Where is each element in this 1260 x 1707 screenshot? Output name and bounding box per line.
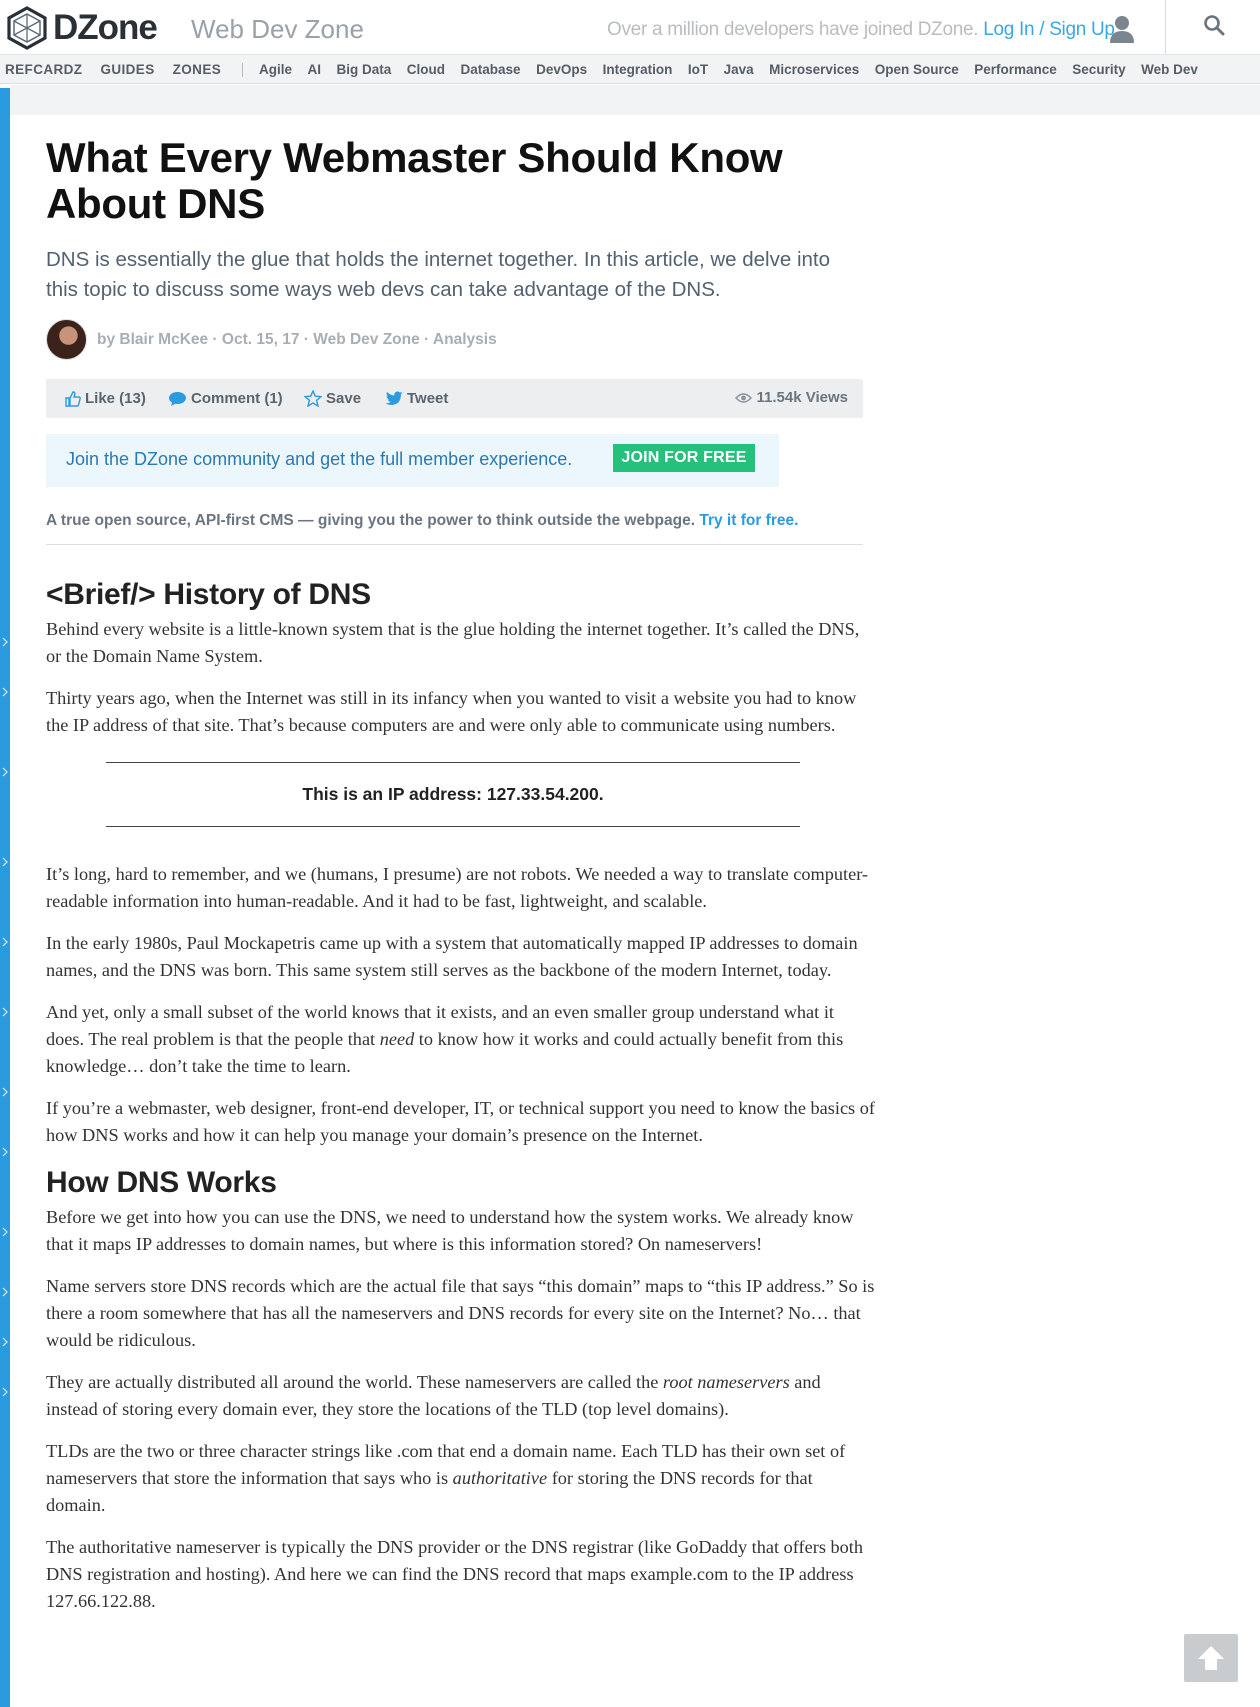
action-bar: Like (13) Comment (1) Save Tweet 11.54k … — [46, 379, 863, 418]
nav-zone-security[interactable]: Security — [1072, 62, 1125, 77]
tweet-label: Tweet — [407, 390, 449, 407]
article: What Every Webmaster Should Know About D… — [46, 134, 875, 1611]
search-icon[interactable] — [1203, 14, 1225, 36]
nav-zone-devops[interactable]: DevOps — [536, 62, 587, 77]
promo-text: A true open source, API-first CMS — givi… — [46, 512, 696, 529]
nav-zone-ai[interactable]: AI — [308, 62, 322, 77]
zone-title[interactable]: Web Dev Zone — [191, 14, 364, 45]
login-link[interactable]: Log In — [983, 19, 1034, 40]
nav-guides[interactable]: GUIDES — [100, 62, 154, 77]
paragraph: They are actually distributed all around… — [46, 1369, 876, 1423]
header-divider — [1165, 0, 1166, 54]
author-avatar[interactable] — [46, 319, 87, 360]
paragraph: Name servers store DNS records which are… — [46, 1276, 875, 1350]
scroll-to-top-button[interactable] — [1184, 1634, 1238, 1682]
promo-link[interactable]: Try it for free. — [699, 512, 798, 529]
nav-zone-list: Agile AI Big Data Cloud Database DevOps … — [259, 62, 1213, 77]
ip-address-callout: This is an IP address: 127.33.54.200. — [106, 762, 800, 827]
emphasis: root nameservers — [662, 1372, 790, 1392]
left-accent-bar — [0, 88, 10, 1707]
save-button[interactable]: Save — [304, 390, 361, 407]
article-subtitle: DNS is essentially the glue that holds t… — [46, 248, 830, 301]
top-header: DZone Web Dev Zone Over a million develo… — [0, 0, 1260, 54]
tweet-button[interactable]: Tweet — [385, 390, 448, 407]
byline: by Blair McKee · Oct. 15, 17 · Web Dev Z… — [46, 319, 497, 360]
comment-label: Comment (1) — [191, 390, 283, 407]
view-count: 11.54k Views — [734, 389, 848, 406]
signup-link[interactable]: Sign Up — [1049, 19, 1115, 40]
heading-history: <Brief/> History of DNS — [46, 578, 371, 611]
nav-separator — [242, 63, 243, 77]
paragraph: Behind every website is a little-known s… — [46, 619, 860, 666]
byline-text: by Blair McKee · Oct. 15, 17 · Web Dev Z… — [97, 330, 497, 348]
like-label: Like (13) — [85, 390, 146, 407]
sponsor-promo: A true open source, API-first CMS — givi… — [46, 512, 798, 530]
emphasis: authoritative — [452, 1468, 548, 1488]
dzone-logo-icon — [7, 6, 47, 50]
accent-chevrons — [2, 637, 8, 1397]
join-banner: Join the DZone community and get the ful… — [46, 434, 779, 487]
paragraph: The authoritative nameserver is typicall… — [46, 1537, 864, 1611]
paragraph: And yet, only a small subset of the worl… — [46, 999, 876, 1080]
nav-zone-database[interactable]: Database — [461, 62, 521, 77]
nav-main: REFCARDZ GUIDES ZONES — [5, 62, 239, 77]
like-button[interactable]: Like (13) — [65, 390, 146, 407]
nav-zone-cloud[interactable]: Cloud — [407, 62, 445, 77]
join-tagline: Over a million developers have joined DZ… — [607, 19, 1115, 41]
tagline-text: Over a million developers have joined DZ… — [607, 19, 979, 40]
nav-zone-integration[interactable]: Integration — [603, 62, 673, 77]
heading-how-dns-works: How DNS Works — [46, 1166, 277, 1199]
save-label: Save — [326, 390, 362, 407]
nav-zone-agile[interactable]: Agile — [259, 62, 292, 77]
paragraph: In the early 1980s, Paul Mockapetris cam… — [46, 933, 858, 980]
nav-zone-performance[interactable]: Performance — [974, 62, 1057, 77]
zone-navbar: REFCARDZ GUIDES ZONES Agile AI Big Data … — [0, 54, 1260, 84]
nav-zone-web-dev[interactable]: Web Dev — [1141, 62, 1198, 77]
text-run: They are actually distributed all around… — [46, 1372, 663, 1392]
auth-separator: / — [1034, 19, 1050, 40]
join-for-free-button[interactable]: JOIN FOR FREE — [613, 444, 755, 472]
nav-zone-java[interactable]: Java — [724, 62, 754, 77]
comment-bubble-icon — [169, 391, 186, 406]
twitter-bird-icon — [385, 391, 403, 405]
star-icon — [304, 390, 322, 407]
nav-refcardz[interactable]: REFCARDZ — [5, 62, 82, 77]
eye-icon — [734, 392, 752, 403]
promo-divider — [46, 544, 863, 545]
logo-text: DZone — [53, 8, 158, 47]
nav-zone-iot[interactable]: IoT — [688, 62, 708, 77]
paragraph: It’s long, hard to remember, and we (hum… — [46, 864, 869, 911]
article-body: <Brief/> History of DNS Behind every web… — [46, 578, 876, 1630]
user-icon[interactable] — [1109, 15, 1135, 43]
nav-zones[interactable]: ZONES — [173, 62, 222, 77]
arrow-up-icon — [1198, 1646, 1224, 1670]
paragraph: Before we get into how you can use the D… — [46, 1207, 854, 1254]
dzone-logo[interactable]: DZone — [5, 6, 158, 50]
views-label: 11.54k Views — [756, 389, 848, 406]
nav-zone-open-source[interactable]: Open Source — [875, 62, 959, 77]
grey-band — [10, 85, 1260, 115]
nav-zone-big-data[interactable]: Big Data — [337, 62, 392, 77]
paragraph: TLDs are the two or three character stri… — [46, 1438, 876, 1519]
thumbs-up-icon — [65, 390, 81, 407]
article-title: What Every Webmaster Should Know About D… — [46, 134, 783, 227]
comment-button[interactable]: Comment (1) — [168, 390, 283, 407]
paragraph: If you’re a webmaster, web designer, fro… — [46, 1098, 875, 1145]
join-text: Join the DZone community and get the ful… — [66, 449, 573, 469]
paragraph: Thirty years ago, when the Internet was … — [46, 688, 857, 735]
nav-zone-microservices[interactable]: Microservices — [769, 62, 859, 77]
emphasis: need — [379, 1029, 415, 1049]
